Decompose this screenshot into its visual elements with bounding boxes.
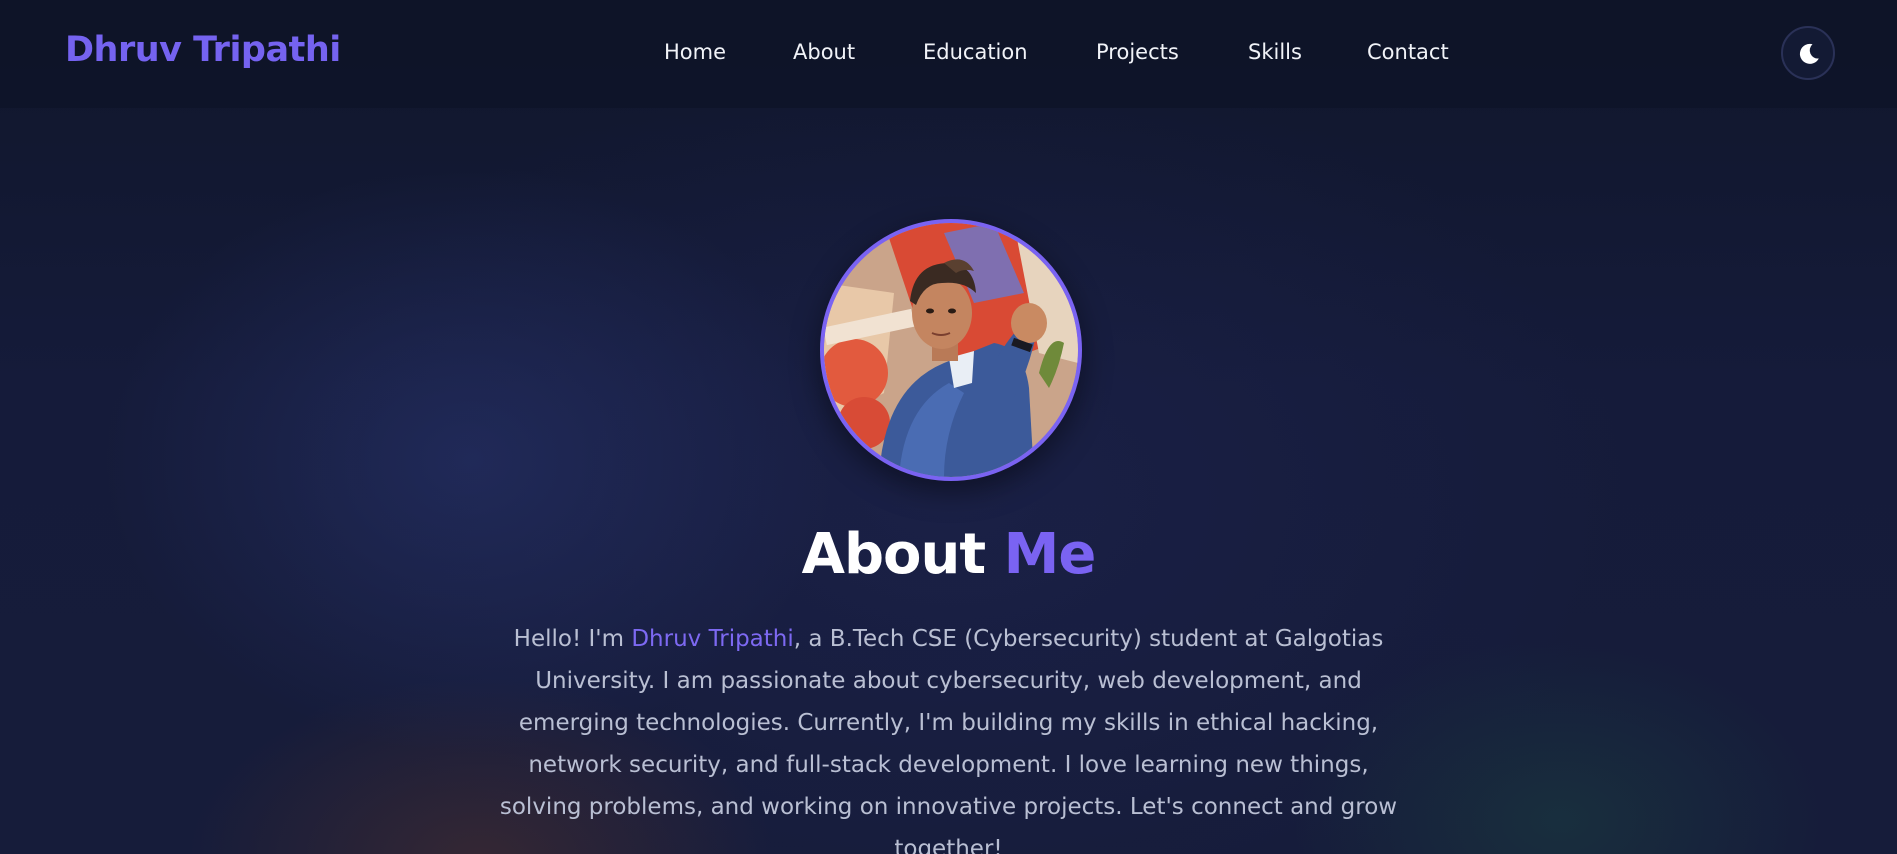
moon-icon [1799,43,1819,64]
navbar: Dhruv Tripathi Home About Education Proj… [0,0,1897,108]
about-heading-main: About [801,522,987,587]
page: Dhruv Tripathi Home About Education Proj… [0,0,1897,854]
about-description: Hello! I'm Dhruv Tripathi, a B.Tech CSE … [490,618,1407,854]
about-intro-name: Dhruv Tripathi [631,626,794,652]
nav-link-home[interactable]: Home [664,40,726,64]
nav-link-about[interactable]: About [793,40,855,64]
nav-link-skills[interactable]: Skills [1248,40,1302,64]
about-heading: About Me [0,522,1897,587]
about-intro-rest: , a B.Tech CSE (Cybersecurity) student a… [499,626,1398,854]
nav-link-education[interactable]: Education [923,40,1028,64]
nav-links: Home About Education Projects Skills Con… [0,40,1897,70]
theme-toggle-button[interactable] [1781,26,1835,80]
nav-link-contact[interactable]: Contact [1367,40,1449,64]
profile-avatar-ring [820,219,1082,481]
profile-photo [824,223,1078,477]
about-intro-prefix: Hello! I'm [513,626,632,652]
nav-link-projects[interactable]: Projects [1096,40,1179,64]
about-heading-accent: Me [1003,522,1097,587]
